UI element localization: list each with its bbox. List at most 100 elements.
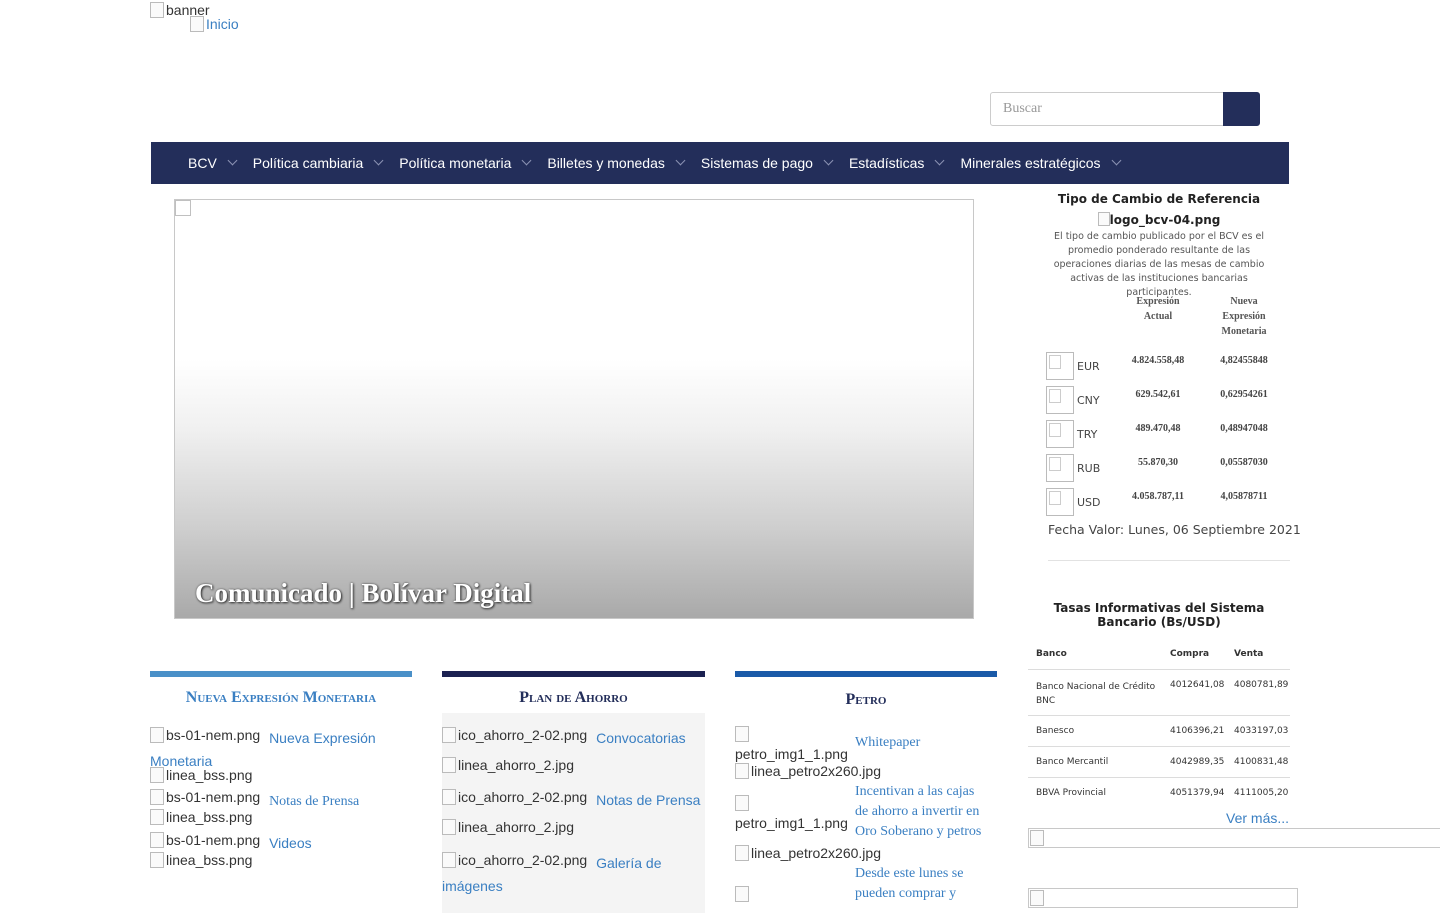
nem-item[interactable]: bs-01-nem.png Videos — [150, 830, 312, 854]
nem-icon: bs-01-nem.png — [150, 724, 260, 746]
nem-link-videos[interactable]: Videos — [269, 835, 312, 851]
petro-divider: linea_petro2x260.jpg — [735, 763, 881, 779]
nav-label: Estadísticas — [848, 155, 925, 171]
ahorro-item[interactable]: ico_ahorro_2-02.png Galería de imágenes — [442, 849, 705, 898]
bank-name: Banco Mercantil — [1036, 757, 1109, 767]
banner-image[interactable] — [1028, 828, 1440, 848]
divider-alt: linea_ahorro_2.jpg — [458, 757, 574, 773]
broken-image-icon — [735, 726, 749, 742]
home-link[interactable]: Inicio — [190, 16, 239, 32]
petro-divider: linea_petro2x260.jpg — [735, 845, 881, 861]
currency-code: CNY — [1077, 393, 1100, 407]
search-input[interactable] — [990, 92, 1224, 126]
broken-image-icon — [150, 832, 164, 848]
petro-link-whitepaper[interactable]: Whitepaper — [855, 735, 920, 751]
rate-current: 489.470,48 — [1135, 423, 1181, 434]
divider-alt: linea_petro2x260.jpg — [751, 845, 881, 861]
chevron-down-icon — [675, 155, 686, 166]
icon-alt: ico_ahorro_2-02.png — [458, 789, 588, 805]
bank-name: BBVA Provincial — [1036, 788, 1106, 798]
flag-try-icon — [1046, 420, 1074, 448]
header-buy: Compra — [1170, 649, 1210, 659]
table-header: Banco Compra Venta — [1028, 644, 1290, 670]
slider-caption[interactable]: Comunicado | Bolívar Digital — [195, 578, 531, 609]
table-row: Banesco 4106396,21 4033197,03 — [1028, 716, 1290, 747]
divider-alt: linea_petro2x260.jpg — [751, 763, 881, 779]
bank-buy: 4012641,08 — [1170, 680, 1225, 690]
ahorro-item[interactable]: ico_ahorro_2-02.png Notas de Prensa — [442, 787, 700, 811]
table-row: Banco Nacional de Crédito BNC 4012641,08… — [1028, 670, 1290, 716]
exchange-date: Fecha Valor: Lunes, 06 Septiembre 2021 — [1048, 522, 1301, 537]
nav-item-sistemas-pago[interactable]: Sistemas de pago — [701, 155, 834, 171]
search-button[interactable] — [1223, 92, 1260, 126]
rate-current: 4.824.558,48 — [1131, 355, 1185, 366]
nem-accent-bar — [150, 671, 412, 677]
ahorro-icon: ico_ahorro_2-02.png — [442, 787, 587, 807]
bank-sell: 4080781,89 — [1234, 680, 1289, 690]
broken-image-icon — [150, 727, 164, 743]
icon-alt: ico_ahorro_2-02.png — [458, 852, 588, 868]
chevron-down-icon — [1111, 155, 1121, 166]
flag-cny-icon — [1046, 386, 1074, 414]
nav-item-politica-cambiaria[interactable]: Política cambiaria — [253, 155, 384, 171]
currency-code: USD — [1077, 495, 1101, 509]
broken-image-icon — [150, 767, 164, 783]
rate-new: 4,05878711 — [1220, 491, 1268, 502]
flag-rub-icon — [1046, 454, 1074, 482]
currency-code: EUR — [1077, 359, 1100, 373]
petro-link-news-2[interactable]: Desde este lunes se pueden comprar y — [851, 864, 991, 904]
header-bank: Banco — [1036, 649, 1067, 659]
table-row: BBVA Provincial 4051379,94 4111005,20 — [1028, 778, 1290, 808]
nav-item-politica-monetaria[interactable]: Política monetaria — [399, 155, 532, 171]
bank-sell: 4100831,48 — [1234, 757, 1289, 767]
ahorro-divider: linea_ahorro_2.jpg — [442, 819, 574, 835]
nem-divider: linea_bss.png — [150, 767, 252, 783]
nem-icon: bs-01-nem.png — [150, 787, 260, 807]
banner-image[interactable] — [1028, 888, 1298, 908]
currency-row-eur: EUR — [1046, 352, 1100, 380]
nav-item-estadisticas[interactable]: Estadísticas — [848, 155, 945, 171]
broken-image-icon — [442, 819, 456, 835]
currency-row-cny: CNY — [1046, 386, 1100, 414]
broken-image-icon — [442, 852, 456, 868]
ahorro-icon: ico_ahorro_2-02.png — [442, 849, 587, 871]
petro-icon: petro_img1_1.png — [735, 795, 848, 832]
nav-item-billetes-monedas[interactable]: Billetes y monedas — [547, 155, 686, 171]
nav-label: BCV — [188, 155, 217, 171]
ahorro-title: Plan de Ahorro — [519, 689, 628, 706]
main-nav: BCV Política cambiaria Política monetari… — [151, 142, 1289, 184]
chevron-down-icon — [373, 155, 384, 166]
see-more-link[interactable]: Ver más... — [1226, 810, 1289, 826]
flag-usd-icon — [1046, 488, 1074, 516]
nem-item[interactable]: bs-01-nem.png Nueva Expresión Monetaria — [150, 724, 412, 773]
chevron-down-icon — [227, 155, 238, 166]
broken-image-icon — [175, 200, 191, 216]
divider-alt: linea_ahorro_2.jpg — [458, 819, 574, 835]
broken-image-icon — [1030, 890, 1044, 906]
petro-link-news-1[interactable]: Incentivan a las cajas de ahorro a inver… — [851, 782, 991, 842]
ahorro-item[interactable]: ico_ahorro_2-02.png Convocatorias — [442, 724, 686, 750]
ahorro-divider: linea_ahorro_2.jpg — [442, 757, 574, 773]
exchange-title: Tipo de Cambio de Referencia — [1057, 192, 1261, 206]
currency-row-rub: RUB — [1046, 454, 1100, 482]
bank-sell: 4111005,20 — [1234, 788, 1289, 798]
petro-icon — [735, 886, 847, 907]
bank-rates-title: Tasas Informativas del Sistema Bancario … — [1053, 601, 1265, 629]
ahorro-link-press[interactable]: Notas de Prensa — [596, 792, 700, 808]
ahorro-link-convocatorias[interactable]: Convocatorias — [596, 730, 686, 746]
ahorro-accent-bar — [442, 671, 705, 677]
nav-label: Billetes y monedas — [547, 155, 665, 171]
nem-divider: linea_bss.png — [150, 852, 252, 868]
divider-alt: linea_bss.png — [166, 809, 253, 825]
divider-alt: linea_bss.png — [166, 852, 253, 868]
nav-item-bcv[interactable]: BCV — [188, 155, 238, 171]
nem-link-press[interactable]: Notas de Prensa — [269, 794, 359, 809]
icon-alt: bs-01-nem.png — [166, 789, 261, 805]
icon-alt: bs-01-nem.png — [166, 727, 261, 743]
bank-rates-table: Banco Compra Venta Banco Nacional de Cré… — [1028, 644, 1290, 808]
currency-row-usd: USD — [1046, 488, 1101, 516]
nav-label: Política monetaria — [399, 155, 512, 171]
broken-image-icon — [1030, 830, 1044, 846]
nav-item-minerales[interactable]: Minerales estratégicos — [960, 155, 1121, 171]
news-slider[interactable]: Comunicado | Bolívar Digital — [174, 199, 974, 619]
